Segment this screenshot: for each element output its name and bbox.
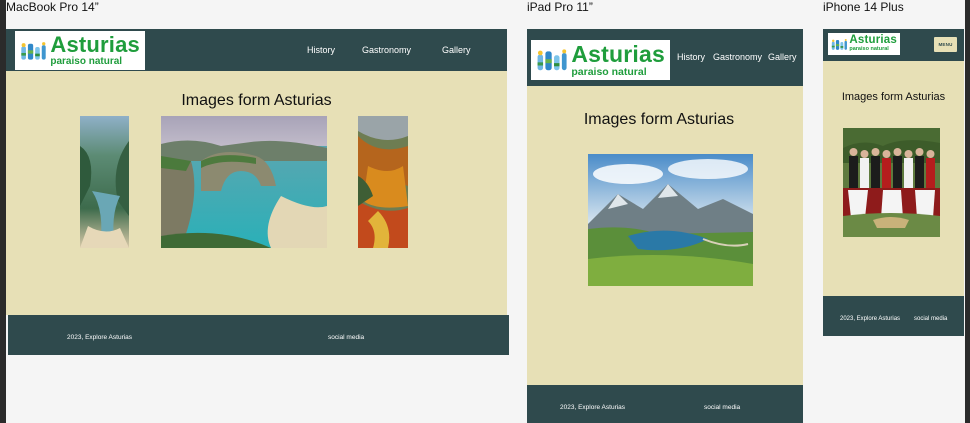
sea-arch-beach-photo[interactable] [161, 116, 327, 248]
nav-history[interactable]: History [677, 52, 705, 62]
footer-copyright: 2023, Explore Asturias [67, 334, 133, 341]
logo-figures-icon [21, 41, 46, 60]
nav-gallery[interactable]: Gallery [768, 52, 797, 62]
logo-subtitle: paraiso natural [571, 65, 647, 78]
frame-label-macbook: MacBook Pro 14” [6, 0, 99, 14]
macbook-main: Images form Asturias [6, 71, 507, 315]
mountain-lake-photo[interactable] [588, 154, 753, 286]
page-heading: Images form Asturias [583, 111, 735, 128]
macbook-footer: 2023, Explore Asturias social media [8, 315, 509, 355]
footer-social-link[interactable]: social media [704, 404, 740, 411]
iphone-header: Asturias paraiso natural MENU [823, 29, 964, 61]
logo-subtitle: paraiso natural [849, 46, 889, 53]
logo-title: Asturias [50, 32, 140, 57]
logo-title: Asturias [849, 34, 897, 47]
frame-label-ipad: iPad Pro 11” [527, 0, 593, 14]
logo-title: Asturias [571, 40, 665, 67]
logo-subtitle: paraiso natural [50, 56, 123, 67]
logo-figures-icon [831, 38, 847, 50]
logo[interactable]: Asturias paraiso natural [828, 33, 900, 55]
coastal-cove-photo[interactable] [80, 116, 129, 248]
ipad-main: Images form Asturias [527, 86, 803, 385]
nav-history[interactable]: History [307, 45, 335, 55]
logo[interactable]: Asturias paraiso natural [15, 31, 145, 70]
nav-gastronomy[interactable]: Gastronomy [362, 45, 411, 55]
footer-social-link[interactable]: social media [328, 334, 364, 341]
iphone-main: Images form Asturias [823, 61, 964, 296]
frame-label-iphone: iPhone 14 Plus [823, 0, 904, 14]
nav-gastronomy[interactable]: Gastronomy [713, 52, 762, 62]
page-heading: Images form Asturias [841, 91, 946, 103]
iphone-footer: 2023, Explore Asturias social media [823, 296, 964, 336]
logo-figures-icon [537, 49, 567, 71]
page-heading: Images form Asturias [181, 92, 332, 109]
folk-dancers-group-photo[interactable] [843, 128, 940, 237]
footer-copyright: 2023, Explore Asturias [560, 404, 626, 411]
nav-gallery[interactable]: Gallery [442, 45, 471, 55]
menu-button[interactable]: MENU [934, 37, 957, 52]
canvas-edge-right [965, 0, 970, 423]
autumn-forest-photo[interactable] [358, 116, 408, 248]
footer-copyright: 2023, Explore Asturias [840, 316, 901, 322]
ipad-footer: 2023, Explore Asturias social media [527, 385, 803, 423]
macbook-header: Asturias paraiso natural History Gastron… [6, 29, 507, 71]
footer-social-link[interactable]: social media [914, 316, 947, 322]
ipad-header: Asturias paraiso natural History Gastron… [527, 29, 803, 86]
logo[interactable]: Asturias paraiso natural [531, 40, 670, 80]
